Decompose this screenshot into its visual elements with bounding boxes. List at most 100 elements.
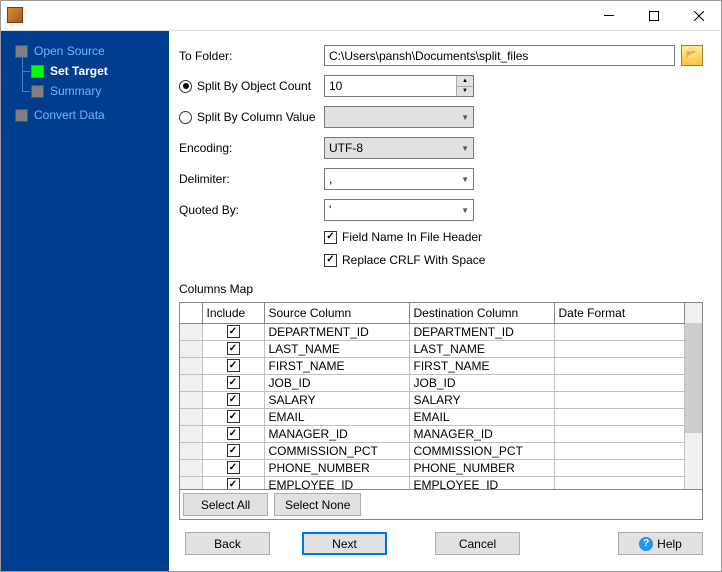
- sidebar-item-set-target[interactable]: Set Target: [31, 61, 161, 81]
- checkbox-icon: [227, 444, 240, 457]
- date-cell[interactable]: [554, 476, 685, 489]
- dest-cell[interactable]: COMMISSION_PCT: [409, 442, 554, 459]
- row-handle[interactable]: [180, 374, 202, 391]
- dest-cell[interactable]: MANAGER_ID: [409, 425, 554, 442]
- split-by-count-radio[interactable]: Split By Object Count: [179, 79, 324, 93]
- scroll-thumb[interactable]: [685, 323, 702, 433]
- row-handle[interactable]: [180, 357, 202, 374]
- minimize-button[interactable]: [586, 1, 631, 30]
- date-cell[interactable]: [554, 391, 685, 408]
- source-cell[interactable]: FIRST_NAME: [264, 357, 409, 374]
- date-cell[interactable]: [554, 323, 685, 340]
- row-handle[interactable]: [180, 476, 202, 489]
- include-cell[interactable]: [202, 323, 264, 340]
- sidebar-item-open-source[interactable]: Open Source: [15, 41, 161, 61]
- date-cell[interactable]: [554, 374, 685, 391]
- source-cell[interactable]: EMAIL: [264, 408, 409, 425]
- step-icon: [31, 65, 44, 78]
- to-folder-input[interactable]: [324, 45, 675, 66]
- maximize-button[interactable]: [631, 1, 676, 30]
- close-button[interactable]: [676, 1, 721, 30]
- date-cell[interactable]: [554, 357, 685, 374]
- row-handle[interactable]: [180, 391, 202, 408]
- include-cell[interactable]: [202, 442, 264, 459]
- row-handle[interactable]: [180, 340, 202, 357]
- checkbox-icon: [227, 325, 240, 338]
- field-name-header-checkbox[interactable]: Field Name In File Header: [324, 230, 703, 244]
- spin-down-button[interactable]: ▼: [456, 87, 473, 97]
- dest-cell[interactable]: JOB_ID: [409, 374, 554, 391]
- row-handle[interactable]: [180, 442, 202, 459]
- include-cell[interactable]: [202, 425, 264, 442]
- table-row[interactable]: MANAGER_IDMANAGER_ID: [180, 425, 685, 442]
- split-column-select[interactable]: ▼: [324, 106, 474, 128]
- table-row[interactable]: DEPARTMENT_IDDEPARTMENT_ID: [180, 323, 685, 340]
- cancel-button[interactable]: Cancel: [435, 532, 520, 555]
- table-scrollbar[interactable]: [685, 303, 702, 489]
- checkbox-icon: [227, 359, 240, 372]
- source-header[interactable]: Source Column: [264, 303, 409, 323]
- object-count-spinner[interactable]: ▲ ▼: [324, 75, 474, 97]
- dest-cell[interactable]: SALARY: [409, 391, 554, 408]
- source-cell[interactable]: JOB_ID: [264, 374, 409, 391]
- date-cell[interactable]: [554, 459, 685, 476]
- spin-up-button[interactable]: ▲: [456, 76, 473, 87]
- dest-cell[interactable]: EMPLOYEE_ID: [409, 476, 554, 489]
- select-none-button[interactable]: Select None: [274, 493, 361, 516]
- source-cell[interactable]: MANAGER_ID: [264, 425, 409, 442]
- dest-cell[interactable]: DEPARTMENT_ID: [409, 323, 554, 340]
- source-cell[interactable]: EMPLOYEE_ID: [264, 476, 409, 489]
- dest-cell[interactable]: FIRST_NAME: [409, 357, 554, 374]
- next-button[interactable]: Next: [302, 532, 387, 555]
- browse-folder-button[interactable]: 📂: [681, 45, 703, 66]
- encoding-select[interactable]: UTF-8 ▼: [324, 137, 474, 159]
- table-row[interactable]: JOB_IDJOB_ID: [180, 374, 685, 391]
- row-handle[interactable]: [180, 323, 202, 340]
- sidebar-item-convert-data[interactable]: Convert Data: [15, 105, 161, 125]
- date-cell[interactable]: [554, 340, 685, 357]
- date-cell[interactable]: [554, 425, 685, 442]
- select-all-button[interactable]: Select All: [183, 493, 268, 516]
- table-row[interactable]: COMMISSION_PCTCOMMISSION_PCT: [180, 442, 685, 459]
- include-cell[interactable]: [202, 340, 264, 357]
- delimiter-select[interactable]: , ▼: [324, 168, 474, 190]
- object-count-input[interactable]: [325, 79, 456, 93]
- dest-cell[interactable]: PHONE_NUMBER: [409, 459, 554, 476]
- titlebar: [1, 1, 721, 31]
- date-cell[interactable]: [554, 442, 685, 459]
- include-cell[interactable]: [202, 476, 264, 489]
- date-header[interactable]: Date Format: [554, 303, 685, 323]
- back-button[interactable]: Back: [185, 532, 270, 555]
- include-cell[interactable]: [202, 374, 264, 391]
- table-row[interactable]: EMAILEMAIL: [180, 408, 685, 425]
- dest-header[interactable]: Destination Column: [409, 303, 554, 323]
- sidebar-item-label: Convert Data: [34, 108, 105, 122]
- replace-crlf-checkbox[interactable]: Replace CRLF With Space: [324, 253, 703, 267]
- table-row[interactable]: PHONE_NUMBERPHONE_NUMBER: [180, 459, 685, 476]
- table-row[interactable]: SALARYSALARY: [180, 391, 685, 408]
- table-row[interactable]: EMPLOYEE_IDEMPLOYEE_ID: [180, 476, 685, 489]
- sidebar-item-summary[interactable]: Summary: [31, 81, 161, 101]
- source-cell[interactable]: COMMISSION_PCT: [264, 442, 409, 459]
- include-cell[interactable]: [202, 408, 264, 425]
- quoted-by-select[interactable]: ' ▼: [324, 199, 474, 221]
- include-cell[interactable]: [202, 459, 264, 476]
- row-handle[interactable]: [180, 459, 202, 476]
- dest-cell[interactable]: LAST_NAME: [409, 340, 554, 357]
- date-cell[interactable]: [554, 408, 685, 425]
- checkbox-icon: [227, 393, 240, 406]
- split-by-column-radio[interactable]: Split By Column Value: [179, 110, 324, 124]
- include-header[interactable]: Include: [202, 303, 264, 323]
- include-cell[interactable]: [202, 391, 264, 408]
- source-cell[interactable]: DEPARTMENT_ID: [264, 323, 409, 340]
- source-cell[interactable]: SALARY: [264, 391, 409, 408]
- table-row[interactable]: LAST_NAMELAST_NAME: [180, 340, 685, 357]
- row-handle[interactable]: [180, 408, 202, 425]
- source-cell[interactable]: LAST_NAME: [264, 340, 409, 357]
- row-handle[interactable]: [180, 425, 202, 442]
- help-button[interactable]: ? Help: [618, 532, 703, 555]
- dest-cell[interactable]: EMAIL: [409, 408, 554, 425]
- include-cell[interactable]: [202, 357, 264, 374]
- source-cell[interactable]: PHONE_NUMBER: [264, 459, 409, 476]
- table-row[interactable]: FIRST_NAMEFIRST_NAME: [180, 357, 685, 374]
